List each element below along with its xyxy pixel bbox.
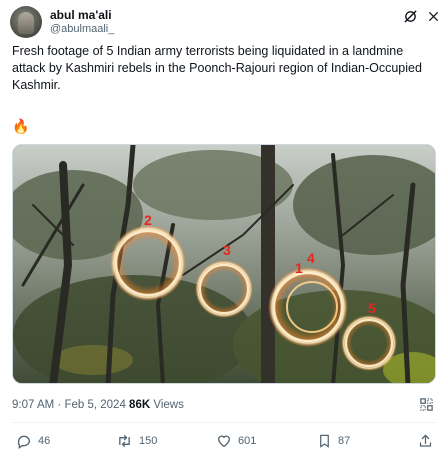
bookmark-button[interactable]: 87 [317, 430, 350, 452]
heart-icon [216, 433, 232, 449]
post-date[interactable]: Feb 5, 2024 [64, 399, 125, 411]
views-count: 86K [129, 399, 151, 411]
repost-count: 150 [139, 435, 158, 447]
marker-3: 3 [223, 242, 231, 258]
user-handle[interactable]: @abulmaali_ [50, 23, 114, 35]
marker-1: 1 [295, 260, 303, 276]
avatar-figure [18, 12, 34, 34]
share-button[interactable] [418, 430, 433, 452]
video-frame: 2 3 1 4 5 [13, 145, 435, 383]
grok-icon[interactable] [402, 8, 418, 24]
close-icon[interactable] [425, 8, 441, 24]
marker-4: 4 [307, 250, 315, 266]
tweet-meta: 9:07 AM · Feb 5, 2024 86K Views [12, 399, 184, 411]
reply-icon [16, 433, 32, 449]
like-count: 601 [238, 435, 257, 447]
fire-emoji: 🔥 [12, 118, 30, 134]
post-time[interactable]: 9:07 AM [12, 399, 54, 411]
tweet-header: abul ma'ali @abulmaali_ [10, 6, 438, 40]
reply-button[interactable]: 46 [16, 430, 50, 452]
grid-icon[interactable] [419, 397, 435, 413]
tweet-actions: 46 150 601 87 [12, 430, 436, 452]
repost-icon [116, 433, 133, 449]
views-label: Views [153, 399, 184, 411]
bookmark-count: 87 [338, 435, 351, 447]
marker-2: 2 [144, 212, 152, 228]
tweet-text: Fresh footage of 5 Indian army terrorist… [12, 44, 422, 92]
reply-count: 46 [38, 435, 51, 447]
meta-separator: · [57, 399, 62, 411]
marker-5: 5 [368, 300, 376, 316]
avatar[interactable] [10, 6, 42, 38]
like-button[interactable]: 601 [216, 430, 256, 452]
display-name[interactable]: abul ma'ali [50, 8, 112, 22]
divider [12, 422, 436, 423]
bookmark-icon [317, 433, 332, 449]
repost-button[interactable]: 150 [116, 430, 157, 452]
tweet-media-video[interactable]: 2 3 1 4 5 [12, 144, 436, 384]
share-icon [418, 433, 433, 449]
